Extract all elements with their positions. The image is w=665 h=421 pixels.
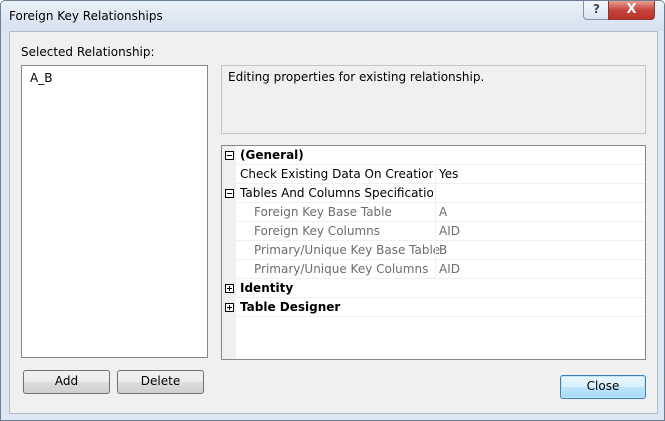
property-value: AID xyxy=(439,224,460,238)
category-general-row[interactable]: (General) xyxy=(222,146,645,165)
sub-property-row[interactable]: Primary/Unique Key Base Table B xyxy=(222,241,645,260)
sub-property-row[interactable]: Foreign Key Base Table A xyxy=(222,203,645,222)
property-value: A xyxy=(439,205,448,219)
category-name: (General) xyxy=(240,148,304,162)
relationship-item[interactable]: A_B xyxy=(30,71,52,85)
property-name: Foreign Key Columns xyxy=(254,224,381,238)
description-box: Editing properties for existing relation… xyxy=(221,65,646,134)
add-button[interactable]: Add xyxy=(23,370,110,394)
collapse-icon[interactable] xyxy=(225,151,234,160)
property-value[interactable]: Yes xyxy=(439,167,458,181)
expand-icon[interactable] xyxy=(225,303,234,312)
property-value: B xyxy=(439,243,448,257)
close-button[interactable]: Close xyxy=(560,375,646,399)
category-name: Identity xyxy=(240,281,294,295)
property-name: Tables And Columns Specification xyxy=(240,186,433,200)
foreign-key-relationships-dialog: Foreign Key Relationships ? X Selected R… xyxy=(0,0,665,421)
selected-relationship-label: Selected Relationship: xyxy=(21,45,155,59)
help-button[interactable]: ? xyxy=(583,1,610,20)
group-tables-columns-row[interactable]: Tables And Columns Specification xyxy=(222,184,645,203)
close-icon: X xyxy=(626,2,637,17)
delete-button[interactable]: Delete xyxy=(117,370,204,394)
dialog-body: Selected Relationship: A_B Editing prope… xyxy=(9,31,658,414)
category-identity-row[interactable]: Identity xyxy=(222,279,645,298)
property-name: Check Existing Data On Creation Or Re-En… xyxy=(240,167,433,181)
description-text: Editing properties for existing relation… xyxy=(228,70,485,84)
window-title: Foreign Key Relationships xyxy=(9,9,163,23)
sub-property-row[interactable]: Primary/Unique Key Columns AID xyxy=(222,260,645,279)
collapse-icon[interactable] xyxy=(225,189,234,198)
property-name: Primary/Unique Key Columns xyxy=(254,262,429,276)
property-name: Primary/Unique Key Base Table xyxy=(254,243,441,257)
category-table-designer-row[interactable]: Table Designer xyxy=(222,298,645,317)
expand-icon[interactable] xyxy=(225,284,234,293)
window-close-button[interactable]: X xyxy=(608,1,655,20)
property-grid[interactable]: (General) Check Existing Data On Creatio… xyxy=(221,145,646,360)
property-value: AID xyxy=(439,262,460,276)
sub-property-row[interactable]: Foreign Key Columns AID xyxy=(222,222,645,241)
title-bar[interactable]: Foreign Key Relationships ? X xyxy=(1,1,664,31)
property-row[interactable]: Check Existing Data On Creation Or Re-En… xyxy=(222,165,645,184)
relationship-list[interactable]: A_B xyxy=(21,65,208,358)
property-name: Foreign Key Base Table xyxy=(254,205,392,219)
category-name: Table Designer xyxy=(240,300,341,314)
